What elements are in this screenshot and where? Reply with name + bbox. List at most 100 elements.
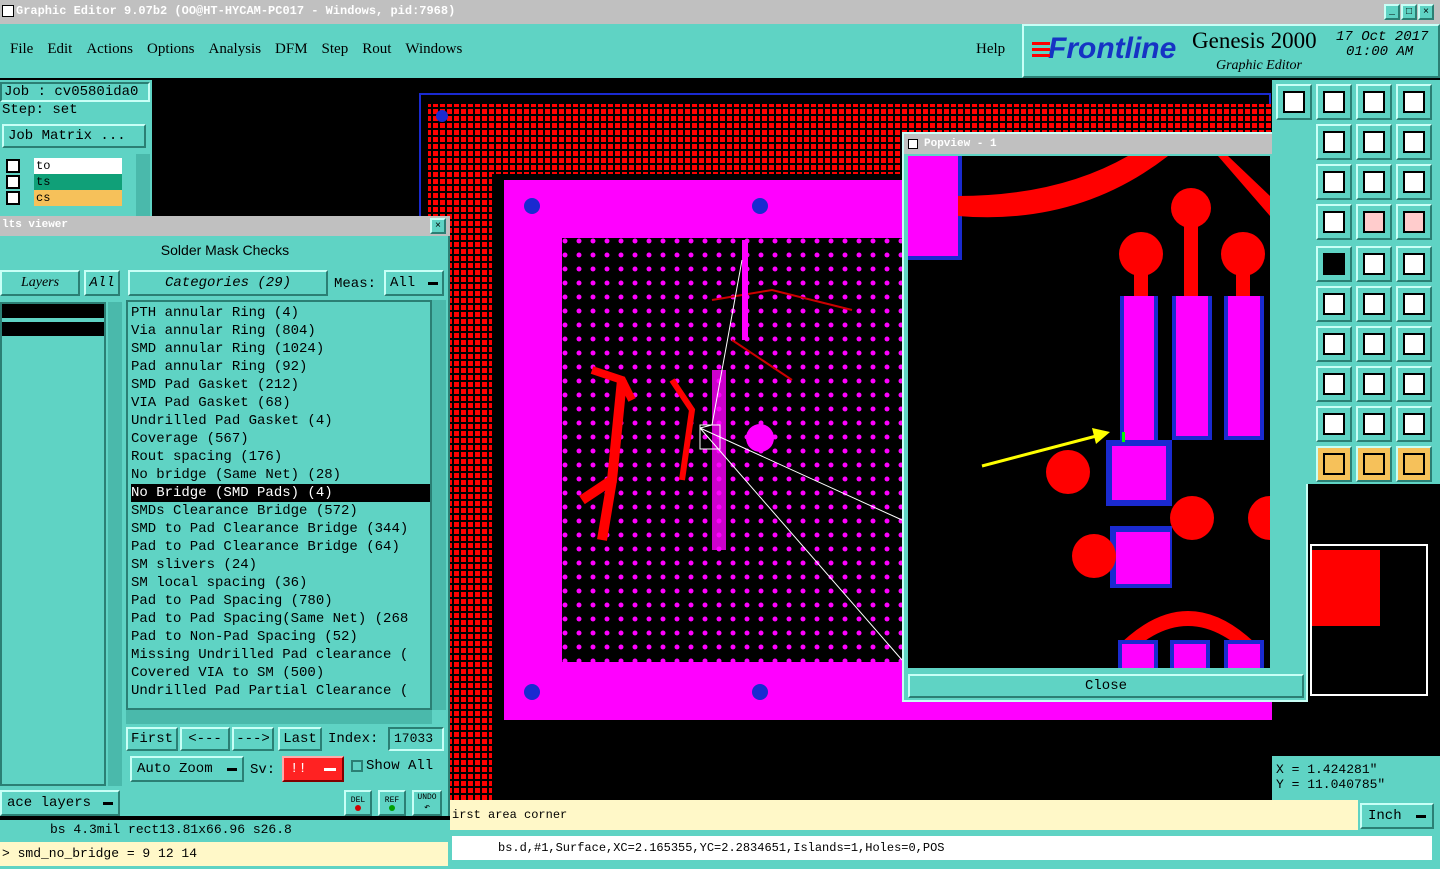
layers-list[interactable] [0,302,106,786]
category-item[interactable]: SM slivers (24) [131,556,430,574]
tool-home-icon[interactable] [1356,84,1392,120]
layers-button[interactable]: Layers [0,270,80,296]
maximize-button[interactable]: □ [1401,4,1417,20]
sv-select[interactable]: !! [282,756,344,782]
mini-preview[interactable] [1310,544,1428,696]
face-layers-select[interactable]: ace layers [0,790,120,816]
categories-button[interactable]: Categories (29) [128,270,328,296]
window-titlebar[interactable]: Graphic Editor 9.07b2 (OO@HT-HYCAM-PC017… [0,0,1440,24]
del-button[interactable]: DEL [344,790,372,816]
category-item[interactable]: VIA Pad Gasket (68) [131,394,430,412]
category-item[interactable]: Coverage (567) [131,430,430,448]
tool-net2-icon[interactable] [1396,204,1432,240]
tool-arc-icon[interactable] [1356,326,1392,362]
tool-cross-icon[interactable] [1316,286,1352,322]
layer-row[interactable]: to [2,158,122,174]
results-viewer-close-button[interactable]: × [430,218,446,234]
menu-rout[interactable]: Rout [362,41,391,58]
menu-edit[interactable]: Edit [47,41,72,58]
category-item[interactable]: SMD to Pad Clearance Bridge (344) [131,520,430,538]
tool-fit-icon[interactable] [1316,164,1352,200]
show-all-checkbox[interactable] [351,760,363,772]
close-window-button[interactable]: × [1418,4,1434,20]
menu-windows[interactable]: Windows [405,41,462,58]
layer-checkbox[interactable] [6,159,20,173]
tool-ruler-icon[interactable] [1356,246,1392,282]
menu-step[interactable]: Step [322,41,349,58]
menu-dfm[interactable]: DFM [275,41,308,58]
category-item[interactable]: Pad to Pad Clearance Bridge (64) [131,538,430,556]
meas-select[interactable]: All [384,270,444,296]
next-button[interactable]: ---> [232,727,274,751]
tool-hline-icon[interactable] [1316,366,1352,402]
category-item[interactable]: Pad to Non-Pad Spacing (52) [131,628,430,646]
last-button[interactable]: Last [278,727,322,751]
category-item[interactable]: Rout spacing (176) [131,448,430,466]
command-line[interactable]: > smd_no_bridge = 9 12 14 [0,842,448,866]
first-button[interactable]: First [126,727,178,751]
menu-file[interactable]: File [10,41,33,58]
job-matrix-button[interactable]: Job Matrix ... [2,124,146,148]
category-item[interactable]: No Bridge (SMD Pads) (4) [131,484,430,502]
category-item[interactable]: Undrilled Pad Gasket (4) [131,412,430,430]
tool-export-icon[interactable] [1316,124,1352,160]
layer-list-scrollbar[interactable] [136,154,150,216]
index-input[interactable]: 17033 [388,727,444,751]
popview-titlebar[interactable]: Popview - 1 × [904,134,1306,154]
layer-checkbox[interactable] [6,175,20,189]
category-item[interactable]: Pad annular Ring (92) [131,358,430,376]
prev-button[interactable]: <--- [180,727,230,751]
tool-select2-icon[interactable] [1356,446,1392,482]
tool-triangle-icon[interactable] [1316,406,1352,442]
tool-window-icon[interactable] [1396,84,1432,120]
tool-select-icon[interactable] [1316,446,1352,482]
category-item[interactable]: Pad to Pad Spacing (780) [131,592,430,610]
tool-select3-icon[interactable] [1396,446,1432,482]
units-select[interactable]: Inch [1360,803,1434,829]
layer-checkbox[interactable] [6,191,20,205]
tool-triangle3-icon[interactable] [1396,406,1432,442]
category-item[interactable]: Pad to Pad Spacing(Same Net) (268 [131,610,430,628]
layers-list-scrollbar[interactable] [108,302,122,786]
tool-snap-icon[interactable] [1396,124,1432,160]
category-item[interactable]: SMDs Clearance Bridge (572) [131,502,430,520]
category-item[interactable]: PTH annular Ring (4) [131,304,430,322]
tool-mirror-icon[interactable] [1356,124,1392,160]
layer-row[interactable]: ts [2,174,122,190]
layer-row[interactable]: cs [2,190,122,206]
category-item[interactable]: Covered VIA to SM (500) [131,664,430,682]
category-item[interactable]: Missing Undrilled Pad clearance ( [131,646,430,664]
tool-add-icon[interactable] [1356,286,1392,322]
category-item[interactable]: SMD annular Ring (1024) [131,340,430,358]
auto-zoom-select[interactable]: Auto Zoom [130,756,244,782]
menu-options[interactable]: Options [147,41,195,58]
layers-all-button[interactable]: All [84,270,120,296]
popview-canvas[interactable] [908,156,1270,668]
tool-add2-icon[interactable] [1396,286,1432,322]
tool-save-icon[interactable] [1316,84,1352,120]
popview-close-button[interactable]: Close [908,674,1304,698]
menu-analysis[interactable]: Analysis [209,41,262,58]
tool-text-icon[interactable] [1396,326,1432,362]
results-viewer-titlebar[interactable]: lts viewer × [0,216,450,236]
categories-list[interactable]: PTH annular Ring (4) Via annular Ring (80… [126,300,432,710]
categories-vscroll[interactable] [432,300,446,710]
category-item[interactable]: Via annular Ring (804) [131,322,430,340]
menu-help[interactable]: Help [976,41,1005,58]
category-item[interactable]: Undrilled Pad Partial Clearance ( [131,682,430,700]
category-item[interactable]: No bridge (Same Net) (28) [131,466,430,484]
tool-open-icon[interactable] [1276,84,1312,120]
tool-scale-icon[interactable] [1356,164,1392,200]
tool-measure-icon[interactable] [1316,204,1352,240]
tool-line-icon[interactable] [1316,326,1352,362]
tool-net-icon[interactable] [1356,204,1392,240]
tool-triangle2-icon[interactable] [1356,406,1392,442]
tool-draw-icon[interactable] [1316,246,1352,282]
tool-group-icon[interactable] [1396,366,1432,402]
categories-hscroll[interactable] [126,710,432,724]
tool-help-icon[interactable] [1396,164,1432,200]
tool-box-icon[interactable] [1356,366,1392,402]
tool-pad-icon[interactable] [1396,246,1432,282]
minimize-button[interactable]: _ [1384,4,1400,20]
menu-actions[interactable]: Actions [86,41,133,58]
